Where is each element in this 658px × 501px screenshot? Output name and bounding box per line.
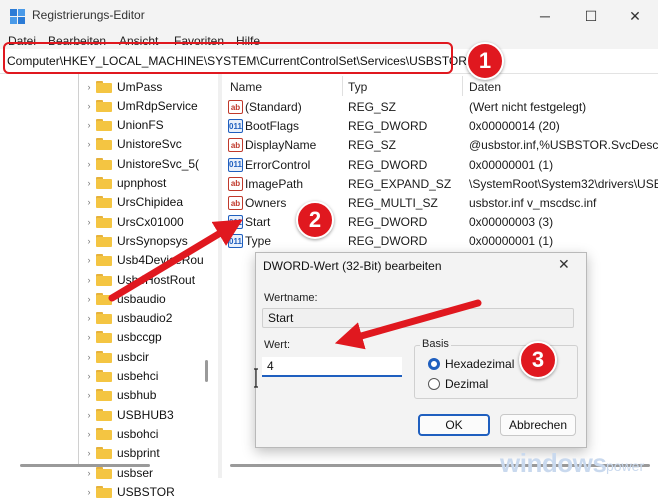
tree-item[interactable]: › USBSTOR	[82, 482, 175, 501]
annotation-arrow-to-value	[334, 299, 482, 350]
tree-item-label: USBSTOR	[117, 484, 175, 499]
watermark-suffix: power	[606, 458, 645, 474]
annotation-arrow-to-start	[108, 219, 243, 302]
folder-icon	[96, 485, 112, 498]
text-cursor-icon	[254, 368, 258, 388]
chevron-right-icon[interactable]: ›	[82, 487, 96, 497]
annotation-arrows	[108, 219, 482, 350]
watermark-logo: windows	[500, 448, 607, 478]
